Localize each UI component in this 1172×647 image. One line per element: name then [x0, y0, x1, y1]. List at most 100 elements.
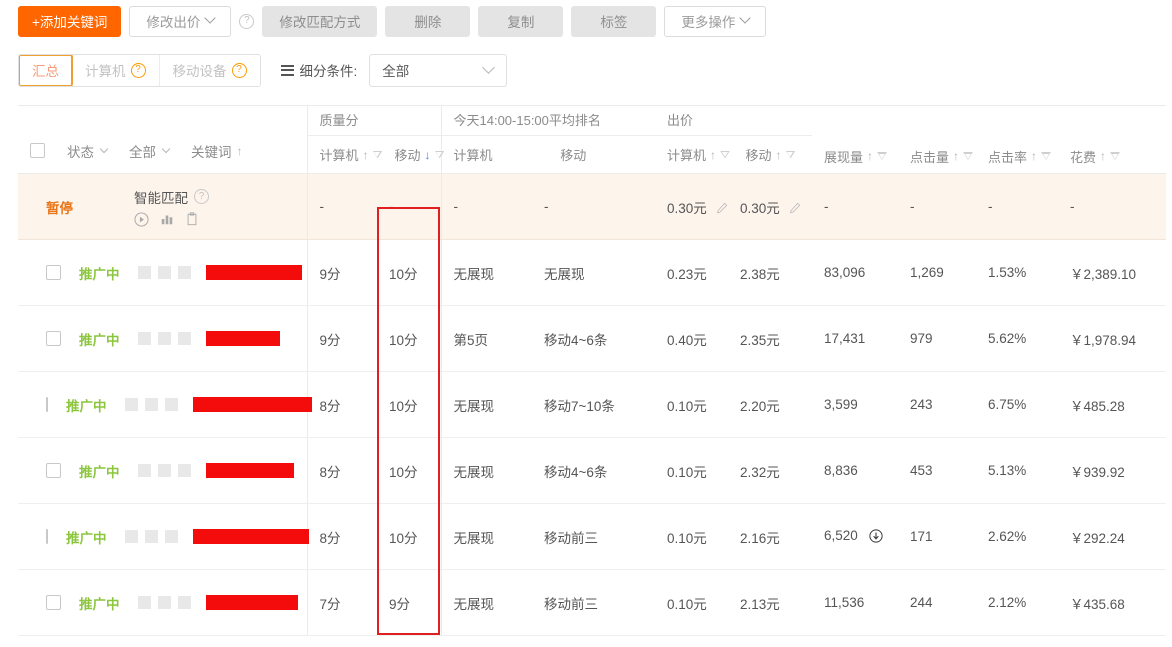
row-bid-pc[interactable]: 0.40元 — [655, 305, 728, 372]
segment-condition-select[interactable]: 全部 — [369, 53, 508, 87]
row-quality-mobile: 10分 — [377, 305, 441, 372]
filter-bar: 汇总 计算机 ? 移动设备 ? 细分条件: 全部 — [18, 53, 508, 87]
summary-bid-pc[interactable]: 0.30元 — [655, 173, 728, 240]
row-bid-mobile[interactable]: 2.20元 — [728, 371, 812, 438]
filter-funnel-icon[interactable] — [1110, 152, 1120, 160]
header-bid-mobile[interactable]: 移动 ↑ — [734, 145, 813, 164]
header-status-label: 状态 — [67, 144, 94, 160]
header-impressions[interactable]: 展现量 ↑ — [812, 106, 898, 174]
header-group-bid-title: 出价 — [655, 106, 812, 136]
row-checkbox[interactable] — [46, 265, 61, 280]
row-bid-pc[interactable]: 0.10元 — [655, 371, 728, 438]
tab-computer-label: 计算机 — [85, 64, 126, 79]
down-circle-icon[interactable] — [868, 528, 883, 546]
table-row[interactable]: 推广中 8分 10分 无展现 移动前三 0.10元 2.16元 6,520 17… — [18, 503, 1166, 570]
row-impressions: 83,096 — [812, 239, 898, 306]
filter-funnel-icon[interactable] — [877, 152, 887, 160]
tab-summary[interactable]: 汇总 — [18, 54, 73, 86]
add-keyword-button[interactable]: +添加关键词 — [18, 5, 122, 37]
table-row[interactable]: 推广中 9分 10分 无展现 无展现 0.23元 2.38元 83,096 1,… — [18, 239, 1166, 306]
sort-asc-icon[interactable]: ↑ — [1031, 150, 1037, 162]
pencil-icon[interactable] — [789, 202, 801, 217]
filter-funnel-icon[interactable] — [435, 151, 445, 159]
play-circle-icon[interactable] — [134, 211, 149, 227]
bar-chart-icon[interactable] — [160, 212, 174, 226]
header-keyword[interactable]: 关键词 ↑ — [191, 141, 243, 161]
filter-funnel-icon[interactable] — [1041, 152, 1051, 160]
row-ctr: 2.12% — [976, 569, 1058, 636]
header-all-filter[interactable]: 全部 — [129, 141, 171, 161]
sort-asc-icon[interactable]: ↑ — [1100, 150, 1106, 162]
modify-match-type-button[interactable]: 修改匹配方式 — [262, 5, 378, 37]
placeholder-block-icon — [157, 596, 171, 609]
question-mark-icon[interactable]: ? — [239, 13, 255, 29]
question-mark-icon[interactable]: ? — [130, 62, 146, 78]
sort-asc-icon[interactable]: ↑ — [776, 149, 782, 161]
status-badge: 推广中 — [79, 332, 120, 348]
pencil-icon[interactable] — [716, 202, 728, 217]
header-all-label: 全部 — [129, 144, 156, 160]
header-status[interactable]: 状态 — [67, 141, 109, 161]
row-bid-mobile[interactable]: 2.32元 — [728, 437, 812, 504]
header-quality-pc[interactable]: 计算机 ↑ — [308, 145, 383, 164]
copy-button[interactable]: 复制 — [478, 5, 564, 37]
keyword-cell — [137, 265, 302, 280]
modify-bid-button[interactable]: 修改出价 — [129, 5, 232, 37]
sort-asc-icon[interactable]: ↑ — [237, 145, 243, 157]
redacted-keyword — [205, 595, 298, 610]
tag-label: 标签 — [600, 15, 628, 30]
clipboard-icon[interactable] — [185, 212, 199, 226]
sort-asc-icon[interactable]: ↑ — [867, 150, 873, 162]
header-cost[interactable]: 花费 ↑ — [1058, 106, 1166, 174]
filter-funnel-icon[interactable] — [963, 152, 973, 160]
table-row-summary[interactable]: 暂停 智能匹配 ? - - - - 0.30元 0.30元 - - - - — [18, 173, 1166, 240]
row-bid-pc[interactable]: 0.10元 — [655, 569, 728, 636]
row-bid-pc[interactable]: 0.23元 — [655, 239, 728, 306]
row-checkbox[interactable] — [46, 397, 48, 412]
row-checkbox[interactable] — [46, 463, 61, 478]
header-bid-pc[interactable]: 计算机 ↑ — [655, 145, 734, 164]
filter-funnel-icon[interactable] — [786, 151, 796, 159]
device-tab-group: 汇总 计算机 ? 移动设备 ? — [18, 53, 261, 87]
question-mark-icon[interactable]: ? — [194, 189, 209, 204]
modify-match-type-label: 修改匹配方式 — [279, 15, 361, 30]
sort-asc-icon[interactable]: ↑ — [363, 149, 369, 161]
filter-funnel-icon[interactable] — [373, 151, 383, 159]
row-bid-pc[interactable]: 0.10元 — [655, 437, 728, 504]
select-all-checkbox[interactable] — [30, 143, 45, 158]
summary-bid-mobile[interactable]: 0.30元 — [728, 173, 812, 240]
table-row[interactable]: 推广中 8分 10分 无展现 移动7~10条 0.10元 2.20元 3,599… — [18, 371, 1166, 438]
header-clicks[interactable]: 点击量 ↑ — [898, 106, 976, 174]
sort-asc-icon[interactable]: ↑ — [953, 150, 959, 162]
header-clicks-label: 点击量 — [910, 149, 950, 165]
table-row[interactable]: 推广中 9分 10分 第5页 移动4~6条 0.40元 2.35元 17,431… — [18, 305, 1166, 372]
header-ctr[interactable]: 点击率 ↑ — [976, 106, 1058, 174]
row-bid-mobile[interactable]: 2.13元 — [728, 569, 812, 636]
row-rank-pc: 无展现 — [440, 569, 532, 636]
sort-asc-icon[interactable]: ↑ — [710, 149, 716, 161]
row-clicks: 979 — [898, 305, 976, 372]
summary-bid-mobile-value: 0.30元 — [740, 200, 780, 216]
delete-button[interactable]: 删除 — [385, 5, 471, 37]
filter-funnel-icon[interactable] — [720, 151, 730, 159]
row-bid-pc[interactable]: 0.10元 — [655, 503, 728, 570]
tab-computer[interactable]: 计算机 ? — [72, 54, 160, 86]
row-bid-mobile[interactable]: 2.35元 — [728, 305, 812, 372]
row-checkbox[interactable] — [46, 331, 61, 346]
row-rank-pc: 无展现 — [440, 239, 532, 306]
row-rank-mobile: 移动前三 — [532, 569, 655, 636]
row-checkbox[interactable] — [46, 529, 48, 544]
summary-rank-pc: - — [440, 173, 532, 240]
table-row[interactable]: 推广中 8分 10分 无展现 移动4~6条 0.10元 2.32元 8,836 … — [18, 437, 1166, 504]
row-bid-mobile[interactable]: 2.38元 — [728, 239, 812, 306]
header-quality-mobile[interactable]: 移动 ↓ — [383, 145, 445, 164]
placeholder-block-icon — [157, 332, 171, 345]
tag-button[interactable]: 标签 — [571, 5, 657, 37]
table-row[interactable]: 推广中 7分 9分 无展现 移动前三 0.10元 2.13元 11,536 24… — [18, 569, 1166, 636]
question-mark-icon[interactable]: ? — [231, 62, 247, 78]
row-checkbox[interactable] — [46, 595, 61, 610]
sort-desc-icon[interactable]: ↓ — [425, 149, 431, 161]
tab-mobile-device[interactable]: 移动设备 ? — [159, 54, 260, 86]
more-actions-button[interactable]: 更多操作 — [664, 5, 767, 37]
row-bid-mobile[interactable]: 2.16元 — [728, 503, 812, 570]
